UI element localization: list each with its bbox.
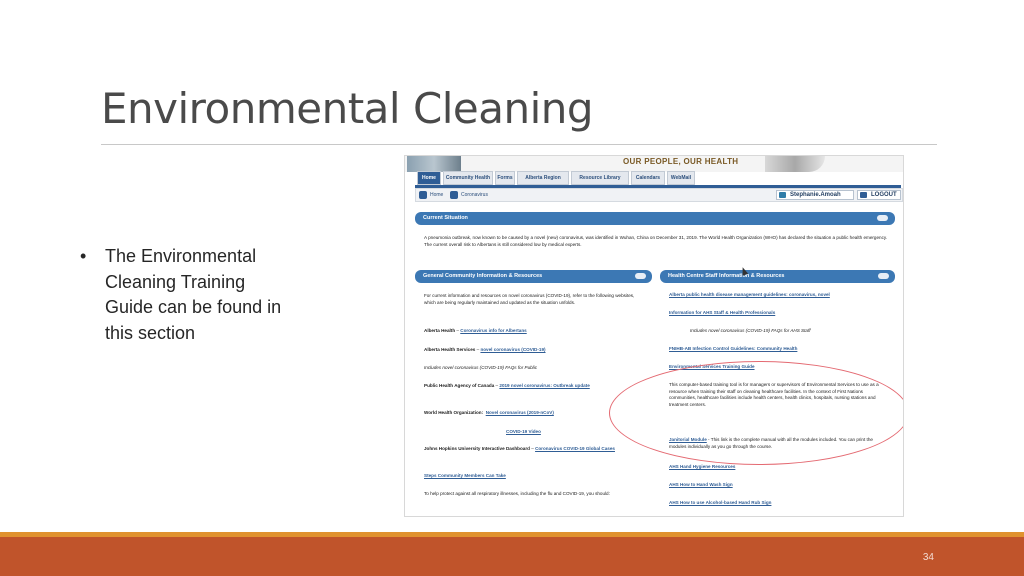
nav-tabs: Home Community Health Forms Alberta Regi… xyxy=(415,171,903,188)
staff-link-1-line: Alberta public health disease management… xyxy=(669,292,899,299)
banner-graphic xyxy=(765,156,825,172)
tab-webmail[interactable]: WebMail xyxy=(667,171,695,185)
collapse-icon[interactable] xyxy=(635,273,646,279)
steps-line: Steps Community Members Can Take xyxy=(424,473,644,480)
fnihb-guidelines-link[interactable]: FNIHB-AB Infection Control Guidelines: C… xyxy=(669,346,797,351)
phac-line: Public Health Agency of Canada – 2019 no… xyxy=(424,383,629,390)
tab-calendars[interactable]: Calendars xyxy=(631,171,665,185)
breadcrumb-home[interactable]: Home xyxy=(430,192,443,198)
johns-hopkins-line: Johns Hopkins University Interactive Das… xyxy=(424,446,644,453)
logout-label: LOGOUT xyxy=(871,192,897,198)
staff-link-2-line: Information for AHS Staff & Health Profe… xyxy=(669,310,899,317)
hand-rub-sign-link[interactable]: AHS How to use Alcohol-based Hand Rub Si… xyxy=(669,500,771,505)
staff-info-title: Health Centre Staff Information & Resour… xyxy=(668,273,785,279)
covid-video-link[interactable]: COVID-19 Video xyxy=(506,429,541,434)
hand-wash-sign-link[interactable]: AHS How to Hand Wash Sign xyxy=(669,482,733,487)
user-name: Stephanie.Amoah xyxy=(790,192,841,198)
banner-slogan: OUR PEOPLE, OUR HEALTH xyxy=(623,157,739,166)
bullet-point: • The Environmental Cleaning Training Gu… xyxy=(80,244,290,346)
title-divider xyxy=(101,144,937,145)
hand-hygiene-link[interactable]: AHS Hand Hygiene Resources xyxy=(669,464,735,469)
logout-button[interactable]: LOGOUT xyxy=(857,190,901,200)
ahs-staff-faq-note: Includes novel coronavirus (COVID-19) FA… xyxy=(690,328,811,333)
website-screenshot: OUR PEOPLE, OUR HEALTH Home Community He… xyxy=(404,155,904,517)
site-banner: OUR PEOPLE, OUR HEALTH xyxy=(405,156,903,172)
phac-label: Public Health Agency of Canada xyxy=(424,383,495,388)
ahs-faq-note: Includes novel coronavirus (COVID-19) FA… xyxy=(424,365,538,370)
current-situation-text: A pneumonia outbreak, now known to be ca… xyxy=(424,235,888,247)
logout-icon xyxy=(860,192,867,198)
general-info-title: General Community Information & Resource… xyxy=(423,273,543,279)
tab-community-health[interactable]: Community Health xyxy=(443,171,493,185)
staff-link-6-line: AHS Hand Hygiene Resources xyxy=(669,464,899,471)
staff-info-header[interactable]: Health Centre Staff Information & Resour… xyxy=(660,270,895,283)
staff-link-3-line: FNIHB-AB Infection Control Guidelines: C… xyxy=(669,346,899,353)
jh-label: Johns Hopkins University Interactive Das… xyxy=(424,446,530,451)
disease-guidelines-link[interactable]: Alberta public health disease management… xyxy=(669,292,830,297)
user-icon xyxy=(779,192,786,198)
ahs-line: Alberta Health Services – novel coronavi… xyxy=(424,347,644,354)
breadcrumb: Home Coronavirus Stephanie.Amoah LOGOUT xyxy=(415,188,903,202)
phac-link[interactable]: 2019 novel coronavirus: Outbreak update xyxy=(499,383,589,388)
page-number: 34 xyxy=(922,552,934,563)
bullet-dot: • xyxy=(80,246,87,266)
bullet-text: The Environmental Cleaning Training Guid… xyxy=(105,246,282,343)
jh-link[interactable]: Coronavirus COVID-19 Global Cases xyxy=(535,446,615,451)
staff-link-8-line: AHS How to use Alcohol-based Hand Rub Si… xyxy=(669,500,899,507)
ahs-staff-info-link[interactable]: Information for AHS Staff & Health Profe… xyxy=(669,310,775,315)
highlight-circle xyxy=(609,361,903,465)
home-icon[interactable] xyxy=(419,191,427,199)
steps-link[interactable]: Steps Community Members Can Take xyxy=(424,473,506,478)
tab-home[interactable]: Home xyxy=(417,171,441,185)
ahs-label: Alberta Health Services xyxy=(424,347,476,352)
who-label: World Health Organization: xyxy=(424,410,484,415)
alberta-health-label: Alberta Health xyxy=(424,328,456,333)
banner-photo xyxy=(407,156,461,172)
breadcrumb-coronavirus[interactable]: Coronavirus xyxy=(461,192,488,198)
who-link[interactable]: Novel coronavirus (2019-nCoV) xyxy=(486,410,554,415)
user-button[interactable]: Stephanie.Amoah xyxy=(776,190,854,200)
current-situation-header[interactable]: Current Situation xyxy=(415,212,895,225)
footer-bar xyxy=(0,537,1024,576)
chevron-icon xyxy=(450,191,458,199)
slide-title: Environmental Cleaning xyxy=(101,84,594,133)
general-info-header[interactable]: General Community Information & Resource… xyxy=(415,270,652,283)
tab-resource-library[interactable]: Resource Library xyxy=(571,171,629,185)
collapse-icon[interactable] xyxy=(877,215,888,221)
tab-forms[interactable]: Forms xyxy=(495,171,515,185)
tab-alberta-region[interactable]: Alberta Region xyxy=(517,171,569,185)
ahs-link[interactable]: novel coronavirus (COVID-19) xyxy=(480,347,545,352)
collapse-icon[interactable] xyxy=(878,273,889,279)
alberta-health-link[interactable]: Coronavirus info for Albertans xyxy=(460,328,526,333)
general-intro: For current information and resources on… xyxy=(424,293,635,305)
protect-text: To help protect against all respiratory … xyxy=(424,491,610,496)
staff-link-7-line: AHS How to Hand Wash Sign xyxy=(669,482,899,489)
alberta-health-line: Alberta Health – Coronavirus info for Al… xyxy=(424,328,644,335)
current-situation-title: Current Situation xyxy=(423,215,468,221)
covid-video-line: COVID-19 Video xyxy=(506,429,606,436)
